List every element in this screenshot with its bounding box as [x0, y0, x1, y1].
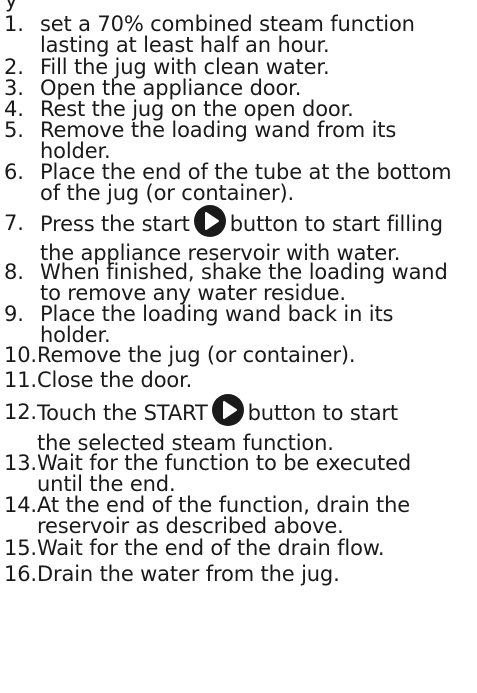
- step-line: Rest the jug on the open door.: [40, 97, 354, 121]
- step-text: At the end of the function, drain the re…: [37, 495, 467, 536]
- step-text: Drain the water from the jug.: [37, 564, 467, 585]
- step-line: Drain the water from the jug.: [37, 562, 340, 586]
- step-line: until the end.: [37, 471, 176, 496]
- step-number: 3.: [4, 76, 24, 100]
- step-number: 2.: [4, 55, 24, 79]
- step-number: 13.: [4, 451, 37, 475]
- step-number: 11.: [4, 368, 37, 392]
- step-line: Wait for the function to be executed: [37, 451, 412, 475]
- step-number: 15.: [4, 536, 37, 560]
- step-text: Rest the jug on the open door.: [40, 99, 470, 120]
- step-number: 16.: [4, 562, 37, 586]
- step-text: Press the start button to start filling t…: [40, 205, 470, 264]
- step-number: 9.: [4, 302, 24, 326]
- step-text: Touch the START button to start the selec…: [37, 394, 467, 454]
- step-number: 10.: [4, 343, 37, 367]
- step-text-after-icon: button to start: [247, 401, 399, 425]
- step-text: Wait for the function to be executed unt…: [37, 453, 467, 494]
- play-icon: [193, 205, 226, 237]
- step-line: Fill the jug with clean water.: [40, 55, 330, 79]
- step-text: set a 70% combined steam function lastin…: [40, 14, 470, 55]
- step-line: reservoir as described above.: [37, 513, 344, 538]
- step-text: Close the door.: [37, 370, 467, 391]
- step-line: Remove the loading wand from its: [40, 118, 397, 142]
- step-line: holder.: [40, 322, 111, 347]
- step-line: Wait for the end of the drain flow.: [37, 536, 385, 560]
- step-line: set a 70% combined steam function: [40, 12, 415, 36]
- step-line: of the jug (or container).: [40, 180, 295, 205]
- step-number: 4.: [4, 97, 24, 121]
- step-line: holder.: [40, 138, 111, 163]
- step-number: 7.: [4, 211, 24, 235]
- step-line: to remove any water residue.: [40, 280, 346, 305]
- step-text: Place the loading wand back in its holde…: [40, 304, 470, 345]
- step-text: Wait for the end of the drain flow.: [37, 538, 467, 559]
- step-line: Close the door.: [37, 368, 193, 392]
- step-text: Remove the jug (or container).: [37, 345, 467, 366]
- step-number: 12.: [4, 400, 37, 424]
- step-number: 8.: [4, 260, 24, 284]
- step-number: 1.: [4, 12, 24, 36]
- step-text: Open the appliance door.: [40, 78, 470, 99]
- step-line: lasting at least half an hour.: [40, 32, 330, 57]
- step-number: 14.: [4, 493, 37, 517]
- play-icon: [211, 394, 244, 426]
- step-text: When finished, shake the loading wand to…: [40, 262, 470, 303]
- step-line: Place the end of the tube at the bottom: [40, 160, 452, 184]
- step-number: 5.: [4, 118, 24, 142]
- step-line: When finished, shake the loading wand: [40, 260, 448, 284]
- step-text: Remove the loading wand from its holder.: [40, 120, 470, 161]
- step-text: Fill the jug with clean water.: [40, 57, 470, 78]
- cut-off-text-fragment: y: [5, 0, 18, 12]
- step-line-with-icon: Press the start button to start filling: [40, 205, 470, 243]
- step-line: Open the appliance door.: [40, 76, 302, 100]
- step-text-after-icon: button to start filling: [229, 212, 443, 236]
- step-line: Place the loading wand back in its: [40, 302, 394, 326]
- step-line: At the end of the function, drain the: [37, 493, 411, 517]
- step-text: Place the end of the tube at the bottom …: [40, 162, 470, 203]
- step-text-before-icon: Press the start: [40, 212, 190, 236]
- step-line-with-icon: Touch the START button to start: [37, 394, 467, 433]
- step-text-before-icon: Touch the START: [37, 401, 208, 425]
- step-line: Remove the jug (or container).: [37, 343, 356, 367]
- step-number: 6.: [4, 160, 24, 184]
